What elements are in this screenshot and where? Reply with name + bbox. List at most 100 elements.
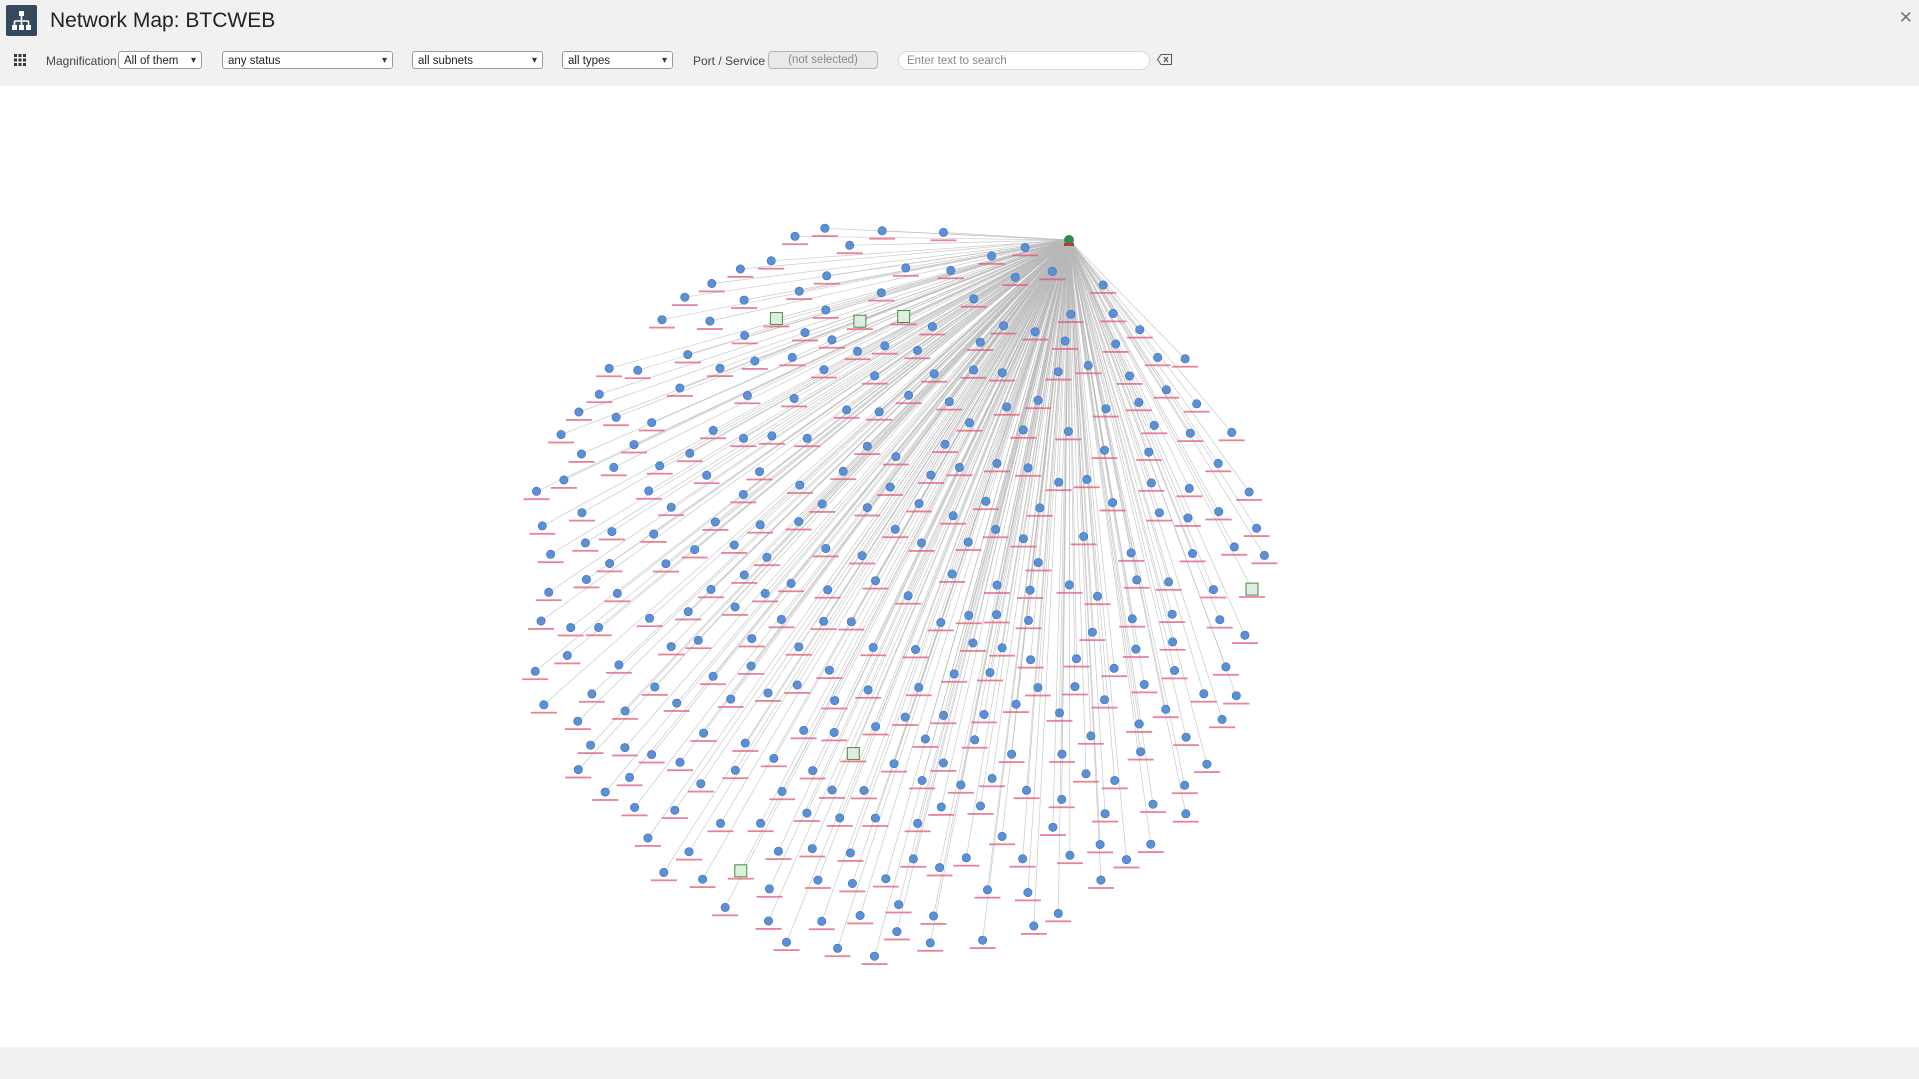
- host-node[interactable]: [612, 706, 639, 720]
- host-node[interactable]: [1101, 775, 1128, 790]
- host-node[interactable]: [568, 449, 595, 463]
- host-node[interactable]: [565, 407, 592, 421]
- host-node[interactable]: [881, 759, 907, 773]
- host-node[interactable]: [529, 521, 556, 535]
- host-node[interactable]: [1087, 839, 1114, 854]
- close-icon[interactable]: ✕: [1899, 8, 1913, 28]
- host-node[interactable]: [947, 780, 974, 794]
- host-node[interactable]: [1113, 855, 1140, 869]
- host-node[interactable]: [1091, 695, 1118, 709]
- host-node[interactable]: [1218, 427, 1245, 442]
- apps-grid-icon[interactable]: [14, 54, 26, 69]
- host-node[interactable]: [811, 223, 838, 237]
- host-node[interactable]: [1014, 887, 1041, 902]
- host-node[interactable]: [586, 389, 613, 404]
- host-node[interactable]: [758, 256, 785, 270]
- host-node[interactable]: [738, 634, 765, 648]
- host-node[interactable]: [799, 766, 826, 780]
- host-node[interactable]: [1140, 799, 1166, 813]
- host-node[interactable]: [1172, 809, 1199, 823]
- host-node[interactable]: [953, 853, 980, 867]
- host-node[interactable]: [1159, 609, 1186, 623]
- host-node[interactable]: [1172, 354, 1199, 368]
- host-node[interactable]: [530, 700, 557, 714]
- host-node[interactable]: [658, 502, 685, 517]
- host-node[interactable]: [769, 786, 796, 801]
- host-node[interactable]: [592, 787, 619, 801]
- host-node[interactable]: [522, 666, 549, 681]
- host-node[interactable]: [731, 295, 758, 309]
- host-node[interactable]: [1200, 585, 1227, 599]
- host-node[interactable]: [565, 765, 592, 779]
- host-node[interactable]: [1243, 523, 1270, 537]
- host-node[interactable]: [839, 878, 866, 893]
- host-node[interactable]: [650, 867, 677, 882]
- host-node[interactable]: [557, 623, 584, 637]
- server-node[interactable]: [1239, 582, 1265, 598]
- host-node[interactable]: [707, 818, 734, 833]
- host-node[interactable]: [722, 602, 749, 616]
- host-node[interactable]: [998, 749, 1025, 763]
- host-node[interactable]: [847, 910, 874, 925]
- host-node[interactable]: [681, 545, 708, 559]
- host-node[interactable]: [753, 552, 780, 567]
- host-node[interactable]: [926, 863, 953, 877]
- host-node[interactable]: [1171, 780, 1198, 795]
- host-node[interactable]: [1039, 822, 1066, 836]
- host-node[interactable]: [634, 833, 661, 847]
- host-node[interactable]: [755, 916, 782, 930]
- host-node[interactable]: [861, 951, 888, 965]
- host-node[interactable]: [862, 813, 889, 827]
- host-node[interactable]: [1061, 682, 1088, 696]
- host-node[interactable]: [813, 271, 840, 285]
- host-node[interactable]: [1087, 875, 1114, 889]
- host-node[interactable]: [732, 738, 759, 752]
- port-service-field[interactable]: (not selected): [768, 51, 878, 69]
- host-node[interactable]: [1231, 630, 1258, 644]
- host-node[interactable]: [596, 558, 623, 573]
- host-node[interactable]: [1045, 908, 1072, 923]
- host-node[interactable]: [646, 461, 673, 475]
- host-node[interactable]: [974, 885, 1001, 899]
- host-node[interactable]: [1056, 850, 1083, 865]
- host-node[interactable]: [523, 486, 550, 501]
- host-node[interactable]: [836, 240, 863, 255]
- host-node[interactable]: [1137, 839, 1164, 853]
- host-node[interactable]: [616, 772, 643, 787]
- host-node[interactable]: [689, 874, 716, 888]
- host-node[interactable]: [1251, 550, 1278, 565]
- host-node[interactable]: [1236, 487, 1263, 501]
- host-node[interactable]: [649, 315, 675, 329]
- host-node[interactable]: [658, 642, 685, 656]
- subnets-select[interactable]: all subnets: [412, 51, 543, 69]
- host-node[interactable]: [785, 642, 812, 656]
- types-select[interactable]: all types: [562, 51, 673, 69]
- host-node[interactable]: [731, 570, 758, 584]
- host-node[interactable]: [638, 418, 665, 432]
- host-node[interactable]: [917, 938, 944, 952]
- host-node[interactable]: [969, 935, 996, 949]
- host-node[interactable]: [866, 407, 893, 421]
- host-node[interactable]: [885, 900, 912, 914]
- host-node[interactable]: [1173, 732, 1200, 746]
- host-node[interactable]: [1116, 371, 1143, 385]
- host-node[interactable]: [1063, 654, 1090, 668]
- host-node[interactable]: [779, 352, 806, 367]
- host-node[interactable]: [1126, 719, 1153, 733]
- hub-node[interactable]: [1064, 235, 1074, 246]
- network-graph[interactable]: [0, 86, 1919, 1047]
- magnification-select[interactable]: All of them: [118, 51, 202, 69]
- host-node[interactable]: [920, 911, 947, 925]
- host-node[interactable]: [611, 743, 638, 757]
- host-node[interactable]: [636, 613, 663, 628]
- status-select[interactable]: any status: [222, 51, 393, 69]
- host-node[interactable]: [1015, 463, 1042, 477]
- host-node[interactable]: [883, 927, 910, 941]
- host-node[interactable]: [577, 740, 604, 754]
- host-node[interactable]: [1223, 691, 1250, 705]
- host-node[interactable]: [1020, 921, 1047, 935]
- host-node[interactable]: [537, 549, 564, 564]
- host-node[interactable]: [600, 462, 627, 477]
- host-node[interactable]: [1221, 542, 1248, 556]
- host-node[interactable]: [554, 650, 581, 665]
